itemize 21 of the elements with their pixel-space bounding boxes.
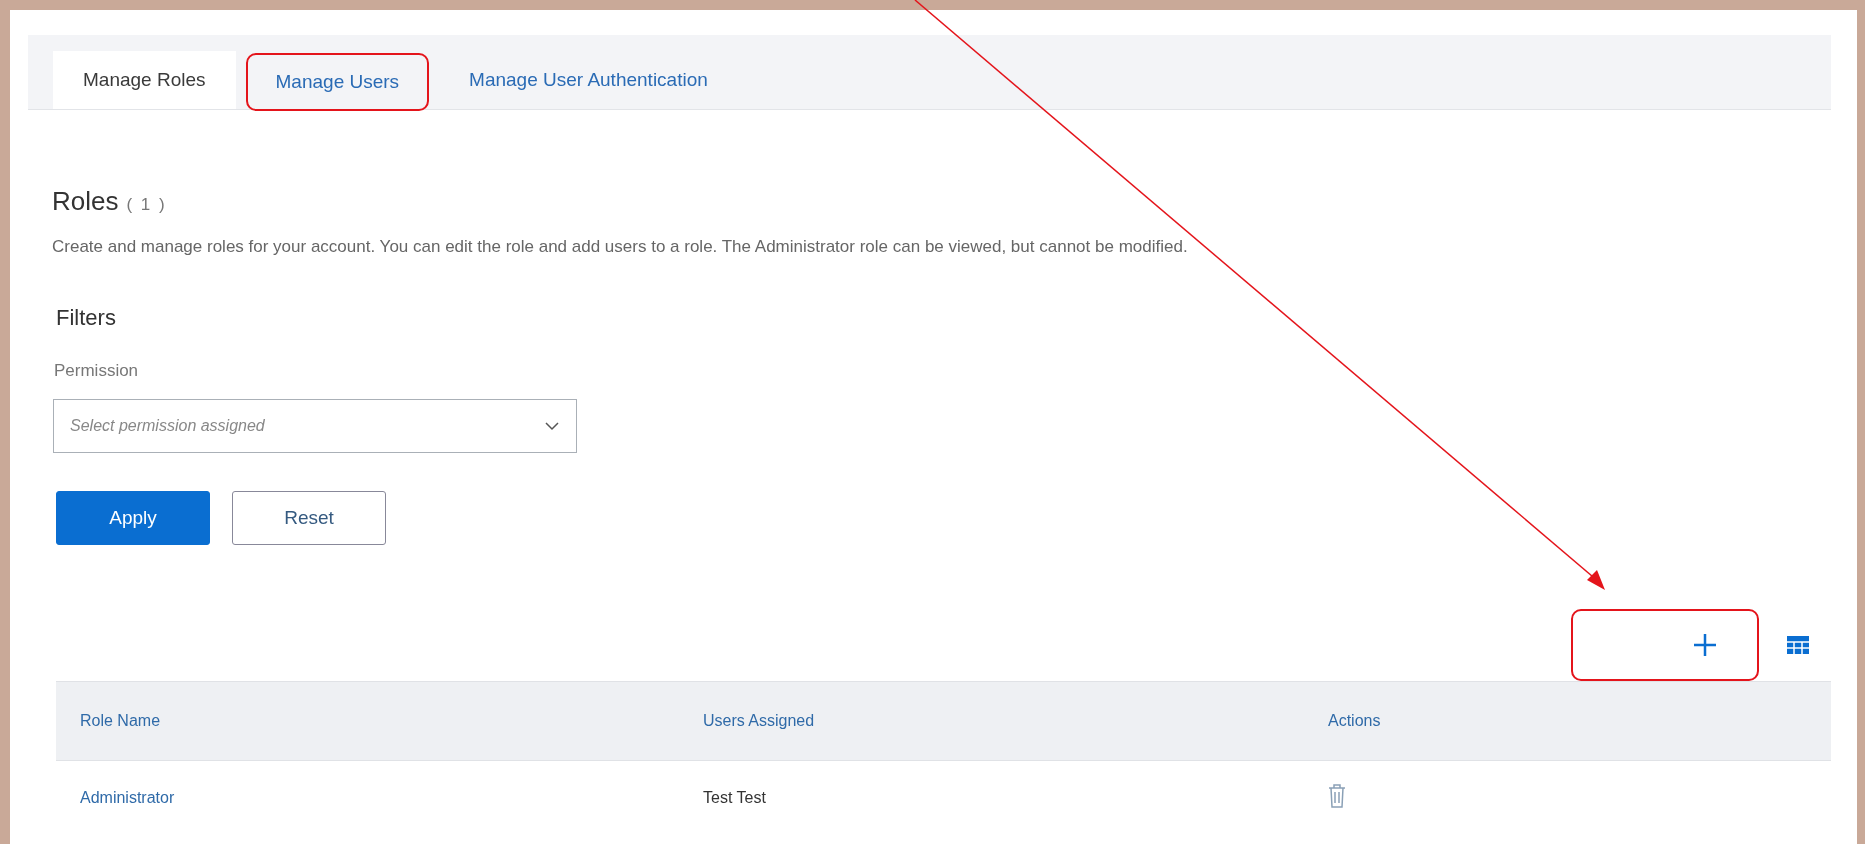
chevron-down-icon [544, 421, 560, 431]
add-button[interactable] [1571, 609, 1759, 681]
reset-button[interactable]: Reset [232, 491, 386, 545]
plus-icon [1693, 633, 1717, 657]
description: Create and manage roles for your account. You can edit the role and add users to a role. The Administrator role can be viewed, but cannot be modified. [52, 237, 1189, 257]
field-label: Permission [54, 361, 140, 381]
permission-select[interactable]: Select permission assigned [53, 399, 577, 453]
tab[interactable]: Manage User Authentication [439, 51, 738, 109]
tab[interactable]: Manage Roles [53, 51, 236, 109]
apply-button[interactable]: Apply [56, 491, 210, 545]
column-header: Users Assigned [702, 712, 816, 730]
table-settings-icon[interactable] [1787, 636, 1809, 654]
table-cell-text: Test Test [702, 789, 767, 807]
page-title: Roles [52, 186, 119, 217]
trash-icon[interactable] [1328, 784, 1346, 808]
filters-title: Filters [56, 305, 117, 331]
column-header: Actions [1327, 712, 1382, 730]
role-count: ( 1 ) [126, 195, 167, 215]
role-link[interactable]: Administrator [56, 789, 679, 807]
column-header: Role Name [79, 712, 162, 730]
tab[interactable]: Manage Users [245, 53, 430, 111]
